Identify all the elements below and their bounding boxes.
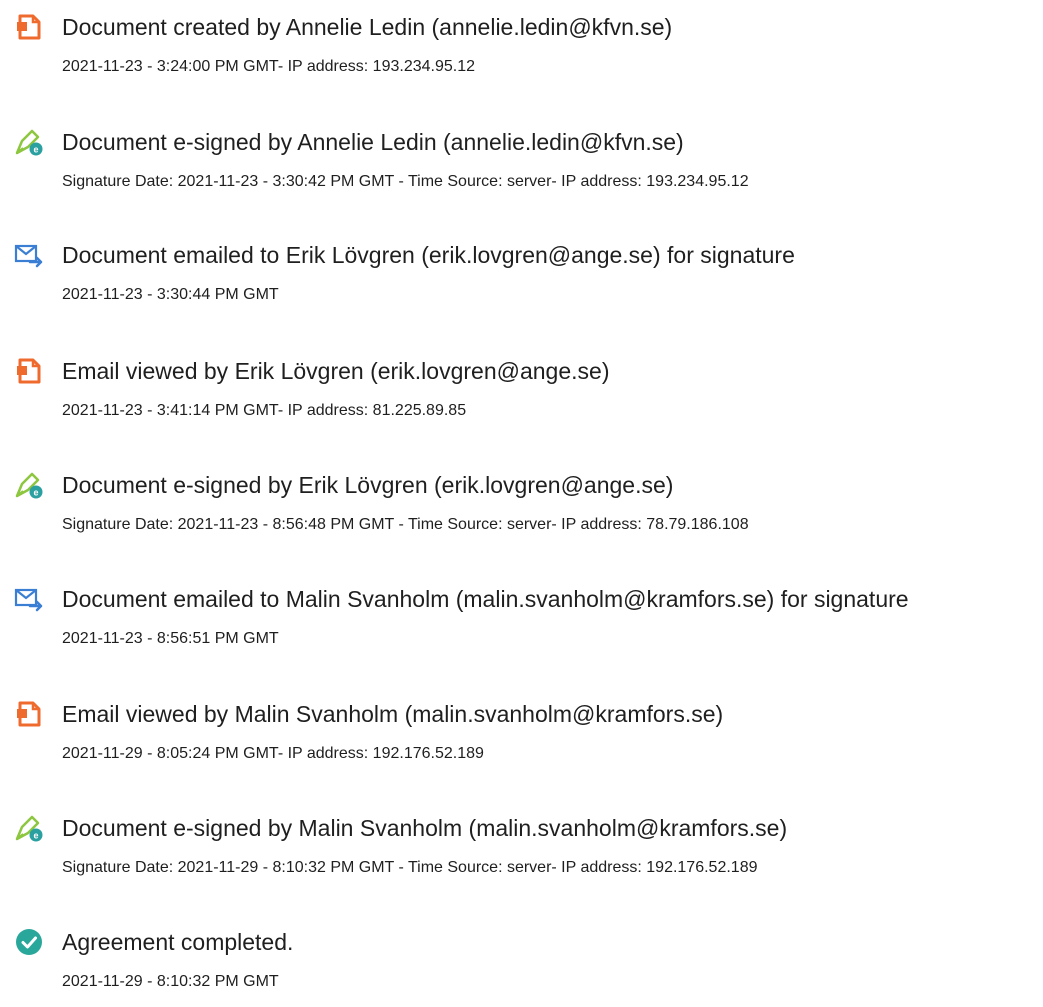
- entry-detail: 2021-11-29 - 8:05:24 PM GMT- IP address:…: [62, 745, 484, 762]
- svg-text:e: e: [33, 831, 38, 841]
- entry-title: Document emailed to Malin Svanholm (mali…: [62, 586, 909, 612]
- audit-entry: Email viewed by Malin Svanholm (malin.sv…: [0, 699, 1043, 779]
- entry-detail: 2021-11-23 - 3:24:00 PM GMT- IP address:…: [62, 58, 475, 75]
- audit-entry: Document emailed to Erik Lövgren (erik.l…: [0, 240, 1043, 320]
- audit-entry: e Document e-signed by Malin Svanholm (m…: [0, 813, 1043, 893]
- entry-detail: 2021-11-23 - 8:56:51 PM GMT: [62, 630, 279, 647]
- entry-title: Email viewed by Malin Svanholm (malin.sv…: [62, 701, 724, 727]
- svg-text:e: e: [33, 488, 38, 498]
- entry-detail: Signature Date: 2021-11-23 - 8:56:48 PM …: [62, 516, 749, 533]
- entry-title: Document e-signed by Malin Svanholm (mal…: [62, 815, 788, 841]
- entry-title: Email viewed by Erik Lövgren (erik.lovgr…: [62, 358, 610, 384]
- entry-detail: 2021-11-23 - 3:30:44 PM GMT: [62, 286, 279, 303]
- e-sign-icon: e: [14, 813, 44, 843]
- svg-text:e: e: [33, 145, 38, 155]
- document-viewed-icon: [14, 356, 44, 386]
- audit-entry: Email viewed by Erik Lövgren (erik.lovgr…: [0, 356, 1043, 436]
- audit-entry: Document emailed to Malin Svanholm (mali…: [0, 584, 1043, 664]
- audit-entry: Agreement completed. 2021-11-29 - 8:10:3…: [0, 927, 1043, 1007]
- audit-log: Document created by Annelie Ledin (annel…: [0, 0, 1043, 996]
- entry-detail: 2021-11-29 - 8:10:32 PM GMT: [62, 973, 279, 990]
- entry-detail: 2021-11-23 - 3:41:14 PM GMT- IP address:…: [62, 402, 467, 419]
- document-created-icon: [14, 12, 44, 42]
- entry-title: Document e-signed by Erik Lövgren (erik.…: [62, 472, 674, 498]
- document-viewed-icon: [14, 699, 44, 729]
- e-sign-icon: e: [14, 470, 44, 500]
- email-sent-icon: [14, 584, 44, 614]
- entry-title: Document e-signed by Annelie Ledin (anne…: [62, 129, 684, 155]
- audit-entry: e Document e-signed by Erik Lövgren (eri…: [0, 470, 1043, 550]
- e-sign-icon: e: [14, 127, 44, 157]
- audit-entry: Document created by Annelie Ledin (annel…: [0, 12, 1043, 92]
- entry-detail: Signature Date: 2021-11-29 - 8:10:32 PM …: [62, 859, 758, 876]
- entry-title: Document created by Annelie Ledin (annel…: [62, 14, 673, 40]
- audit-entry: e Document e-signed by Annelie Ledin (an…: [0, 127, 1043, 207]
- entry-detail: Signature Date: 2021-11-23 - 3:30:42 PM …: [62, 173, 749, 190]
- entry-title: Agreement completed.: [62, 929, 294, 955]
- entry-title: Document emailed to Erik Lövgren (erik.l…: [62, 242, 795, 268]
- email-sent-icon: [14, 240, 44, 270]
- agreement-completed-icon: [14, 927, 44, 957]
